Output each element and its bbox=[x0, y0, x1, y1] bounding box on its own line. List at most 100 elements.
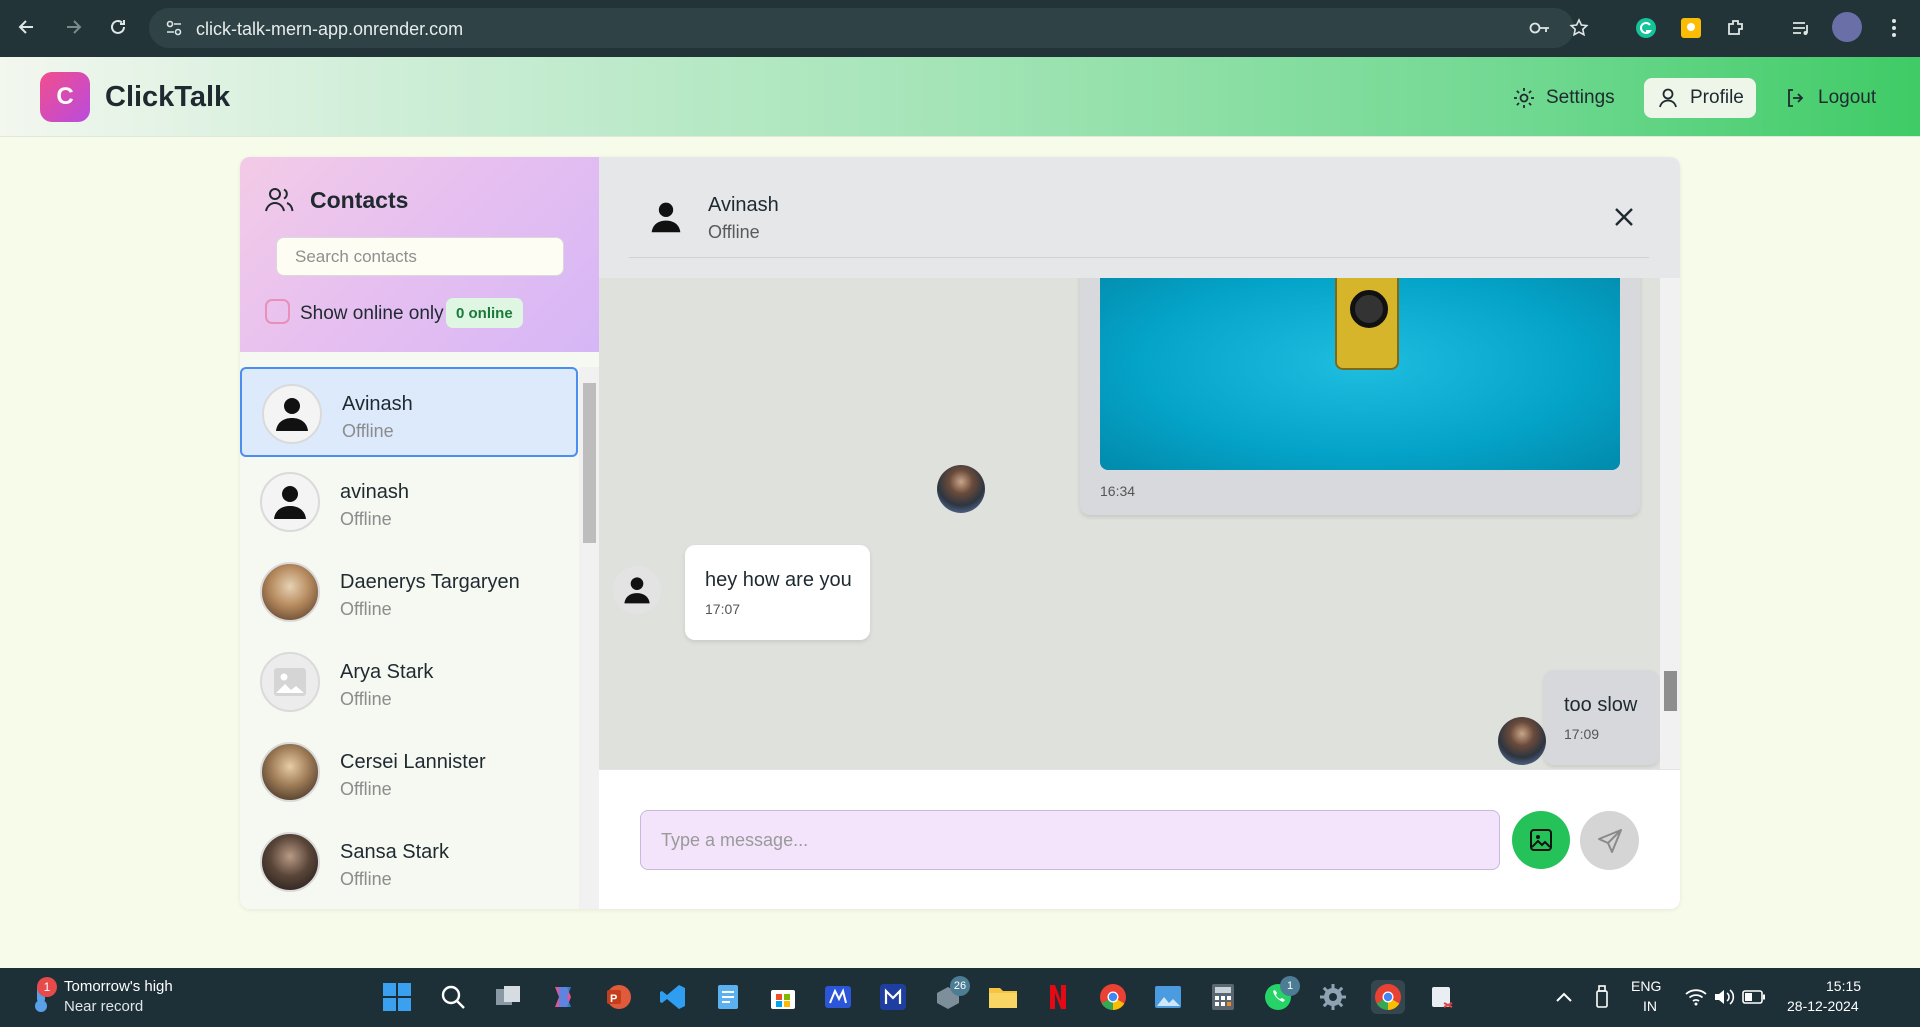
mediaplayer-icon[interactable] bbox=[876, 980, 910, 1014]
message-input[interactable] bbox=[640, 810, 1500, 870]
extensions-icon[interactable] bbox=[1722, 14, 1750, 42]
keep-extension-icon[interactable] bbox=[1677, 14, 1705, 42]
contact-item[interactable]: Arya Stark Offline bbox=[240, 637, 578, 727]
avatar bbox=[260, 832, 320, 892]
app-logo: C bbox=[40, 72, 90, 122]
profile-label: Profile bbox=[1690, 87, 1744, 108]
password-key-icon[interactable] bbox=[1529, 19, 1551, 37]
media-control-icon[interactable] bbox=[1787, 14, 1815, 42]
contact-item[interactable]: Avinash Offline bbox=[240, 367, 578, 457]
netflix-icon[interactable] bbox=[1041, 980, 1075, 1014]
user-icon bbox=[1659, 88, 1677, 108]
gear-icon bbox=[1514, 88, 1534, 108]
vscode-icon[interactable] bbox=[656, 980, 690, 1014]
send-button[interactable] bbox=[1580, 811, 1639, 870]
chat-card: Contacts Show online only 0 online Avina… bbox=[240, 157, 1680, 909]
search-icon[interactable] bbox=[436, 980, 470, 1014]
my-avatar bbox=[937, 465, 985, 513]
avatar bbox=[260, 652, 320, 712]
close-icon bbox=[1615, 208, 1633, 226]
calculator-icon[interactable] bbox=[1206, 980, 1240, 1014]
logout-icon bbox=[1788, 89, 1804, 107]
battery-icon[interactable] bbox=[1737, 980, 1771, 1014]
contact-name: Daenerys Targaryen bbox=[340, 571, 520, 593]
snipping-tool-icon[interactable] bbox=[1426, 980, 1460, 1014]
contacts-scrollbar[interactable] bbox=[579, 367, 599, 909]
contact-item[interactable]: Daenerys Targaryen Offline bbox=[240, 547, 578, 637]
back-icon[interactable] bbox=[12, 12, 42, 42]
avatar bbox=[260, 472, 320, 532]
contact-status: Offline bbox=[340, 599, 392, 619]
chat-contact-status: Offline bbox=[708, 222, 760, 242]
task-view-icon[interactable] bbox=[491, 980, 525, 1014]
notepad-icon[interactable] bbox=[711, 980, 745, 1014]
address-bar[interactable]: click-talk-mern-app.onrender.com bbox=[149, 8, 1589, 48]
contact-item[interactable]: Sansa Stark Offline bbox=[240, 817, 578, 907]
attach-image-button[interactable] bbox=[1512, 811, 1570, 869]
avatar bbox=[260, 562, 320, 622]
settings-button[interactable]: Settings bbox=[1500, 78, 1627, 118]
copilot-icon[interactable] bbox=[546, 980, 580, 1014]
os-taskbar: 1 Tomorrow's high Near record P 26 1 ENG… bbox=[0, 968, 1920, 1027]
online-count-badge: 0 online bbox=[446, 298, 523, 328]
message-text: hey how are you bbox=[705, 569, 852, 591]
profile-button[interactable]: Profile bbox=[1644, 78, 1756, 118]
settings-gear-icon[interactable] bbox=[1316, 980, 1350, 1014]
file-explorer-icon[interactable] bbox=[986, 980, 1020, 1014]
windows-start-icon[interactable] bbox=[380, 980, 414, 1014]
kebab-menu-icon[interactable] bbox=[1880, 14, 1908, 42]
language-top[interactable]: ENG bbox=[1631, 978, 1661, 994]
my-avatar bbox=[1498, 717, 1546, 765]
show-online-checkbox[interactable] bbox=[265, 299, 290, 324]
scrollbar-thumb[interactable] bbox=[1664, 671, 1677, 711]
show-hidden-icons-chevron-icon[interactable] bbox=[1547, 980, 1581, 1014]
logout-button[interactable]: Logout bbox=[1772, 78, 1888, 118]
chrome-active-icon[interactable] bbox=[1371, 980, 1405, 1014]
message-text: too slow bbox=[1564, 694, 1638, 716]
weather-subtitle[interactable]: Near record bbox=[64, 998, 143, 1015]
profile-avatar-icon[interactable] bbox=[1832, 12, 1862, 42]
contact-item[interactable]: Cersei Lannister Offline bbox=[240, 727, 578, 817]
avatar bbox=[262, 384, 322, 444]
outgoing-message-bubble: too slow 17:09 bbox=[1544, 670, 1659, 765]
packages-badge: 26 bbox=[950, 976, 970, 996]
contact-name: Arya Stark bbox=[340, 661, 434, 683]
forward-icon[interactable] bbox=[58, 12, 88, 42]
message-time: 17:09 bbox=[1564, 726, 1600, 742]
contact-status: Offline bbox=[342, 421, 394, 441]
chrome-icon[interactable] bbox=[1096, 980, 1130, 1014]
contacts-sidebar: Contacts Show online only 0 online Avina… bbox=[240, 157, 599, 909]
whatsapp-badge: 1 bbox=[1280, 976, 1300, 996]
mathway-icon[interactable] bbox=[821, 980, 855, 1014]
message-time: 16:34 bbox=[1100, 483, 1136, 499]
powerpoint-icon[interactable]: P bbox=[601, 980, 635, 1014]
messages-scrollbar[interactable] bbox=[1660, 278, 1680, 769]
clock-time[interactable]: 15:15 bbox=[1826, 978, 1861, 994]
volume-icon[interactable] bbox=[1707, 980, 1741, 1014]
send-icon bbox=[1597, 828, 1622, 853]
grammarly-icon[interactable] bbox=[1632, 14, 1660, 42]
show-online-label[interactable]: Show online only bbox=[300, 303, 444, 325]
reload-icon[interactable] bbox=[103, 12, 133, 42]
message-image[interactable] bbox=[1100, 278, 1620, 470]
close-chat-button[interactable] bbox=[1609, 202, 1639, 232]
incoming-message-bubble: hey how are you 17:07 bbox=[685, 545, 870, 640]
bookmark-star-icon[interactable] bbox=[1569, 18, 1589, 38]
scrollbar-thumb[interactable] bbox=[583, 383, 596, 543]
clock-date[interactable]: 28-12-2024 bbox=[1787, 998, 1859, 1014]
contacts-header: Contacts Show online only 0 online bbox=[240, 157, 599, 352]
contact-name: avinash bbox=[340, 481, 409, 503]
contact-name: Avinash bbox=[342, 393, 413, 415]
contact-item[interactable]: avinash Offline bbox=[240, 457, 578, 547]
site-info-icon[interactable] bbox=[165, 19, 183, 37]
microsoft-store-icon[interactable] bbox=[766, 980, 800, 1014]
photos-icon[interactable] bbox=[1151, 980, 1185, 1014]
contact-status: Offline bbox=[340, 869, 392, 889]
contact-status: Offline bbox=[340, 689, 392, 709]
weather-badge: 1 bbox=[37, 977, 57, 997]
phone-in-image bbox=[1335, 278, 1399, 370]
usb-device-icon[interactable] bbox=[1585, 980, 1619, 1014]
weather-title[interactable]: Tomorrow's high bbox=[64, 978, 173, 995]
search-contacts-input[interactable] bbox=[276, 237, 564, 276]
language-bottom[interactable]: IN bbox=[1643, 998, 1657, 1014]
